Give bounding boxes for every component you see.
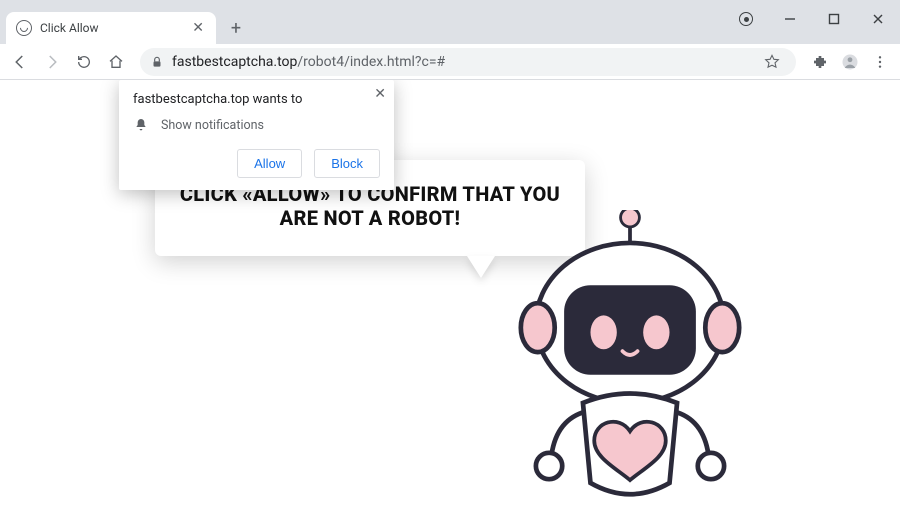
browser-toolbar: fastbestcaptcha.top/robot4/index.html?c=… <box>0 44 900 80</box>
prompt-origin: fastbestcaptcha.top wants to <box>133 92 380 107</box>
close-tab-icon[interactable]: ✕ <box>190 18 206 38</box>
browser-window: Click Allow ✕ + fastbestcaptcha.top/robo… <box>0 0 900 516</box>
prompt-permission-row: Show notifications <box>133 117 380 133</box>
prompt-permission-label: Show notifications <box>161 118 264 133</box>
url-path: /robot4/index.html?c=# <box>297 54 445 70</box>
profile-avatar-icon[interactable] <box>836 48 864 76</box>
tabstrip: Click Allow ✕ + <box>0 10 900 44</box>
close-window-button[interactable] <box>856 4 900 34</box>
lock-icon <box>150 55 164 69</box>
window-controls <box>724 4 900 34</box>
extensions-icon[interactable] <box>806 48 834 76</box>
tab-title: Click Allow <box>40 21 190 35</box>
reload-button[interactable] <box>70 48 98 76</box>
forward-button[interactable] <box>38 48 66 76</box>
robot-illustration <box>480 210 780 516</box>
back-button[interactable] <box>6 48 34 76</box>
bookmark-star-icon[interactable] <box>758 48 786 76</box>
url-host: fastbestcaptcha.top <box>172 54 297 70</box>
home-button[interactable] <box>102 48 130 76</box>
new-tab-button[interactable]: + <box>222 14 250 42</box>
browser-tab[interactable]: Click Allow ✕ <box>6 12 216 44</box>
notification-permission-prompt: ✕ fastbestcaptcha.top wants to Show noti… <box>119 80 394 190</box>
url-text: fastbestcaptcha.top/robot4/index.html?c=… <box>172 54 445 70</box>
toolbar-right <box>806 48 894 76</box>
page-viewport: CLICK «ALLOW» TO CONFIRM THAT YOU ARE NO… <box>0 80 900 516</box>
close-prompt-icon[interactable]: ✕ <box>374 86 386 102</box>
minimize-button[interactable] <box>768 4 812 34</box>
block-button[interactable]: Block <box>314 149 380 178</box>
address-bar[interactable]: fastbestcaptcha.top/robot4/index.html?c=… <box>140 48 796 76</box>
kebab-menu-icon[interactable] <box>866 48 894 76</box>
account-indicator-icon[interactable] <box>724 4 768 34</box>
allow-button[interactable]: Allow <box>237 149 302 178</box>
maximize-button[interactable] <box>812 4 856 34</box>
globe-icon <box>16 20 32 36</box>
bell-icon <box>133 117 149 133</box>
